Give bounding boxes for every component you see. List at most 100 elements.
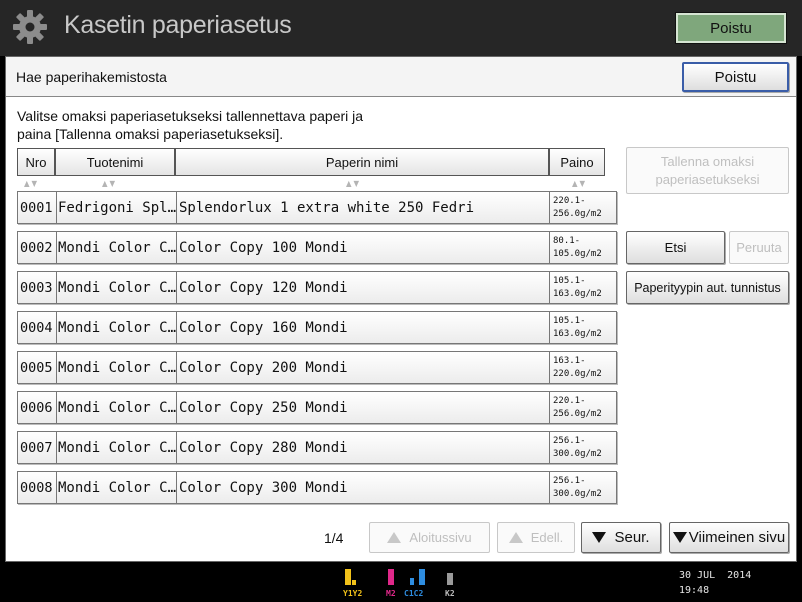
weight-min: 256.1- — [553, 475, 586, 486]
gear-icon — [13, 10, 47, 44]
previous-page-label: Edell. — [530, 530, 564, 545]
last-page-button[interactable]: Viimeinen sivu — [669, 522, 789, 553]
row-paper-name: Color Copy 280 Mondi — [176, 432, 549, 463]
panel-exit-button[interactable]: Poistu — [682, 62, 789, 92]
row-weight: 256.1- 300.0g/m2 — [549, 472, 617, 503]
sort-arrows-icon: ▲▼ — [572, 179, 588, 188]
first-page-label: Aloitussivu — [409, 530, 472, 545]
toner-black-label: K2 — [445, 589, 455, 598]
row-number: 0007 — [20, 439, 53, 456]
weight-max: 256.0g/m2 — [553, 408, 602, 419]
row-paper-name: Color Copy 120 Mondi — [176, 272, 549, 303]
weight-min: 163.1- — [553, 355, 586, 366]
row-product: Mondi Color C… — [56, 272, 176, 303]
top-exit-button[interactable]: Poistu — [676, 13, 786, 43]
save-as-custom-paper-button[interactable]: Tallenna omaksi paperiasetukseksi — [626, 147, 789, 194]
row-number: 0004 — [20, 319, 53, 336]
up-arrow-icon — [387, 532, 402, 543]
column-header-paper-name[interactable]: Paperin nimi — [175, 148, 549, 176]
weight-max: 256.0g/m2 — [553, 208, 602, 219]
instruction-text: Valitse omaksi paperiasetukseksi tallenn… — [17, 107, 363, 143]
date-time: 30 JUL 2014 19:48 — [679, 568, 751, 598]
instruction-line-1: Valitse omaksi paperiasetukseksi tallenn… — [17, 108, 364, 124]
next-page-button[interactable]: Seur. — [581, 522, 661, 553]
toner-magenta-label: M2 — [386, 589, 396, 598]
last-page-label: Viimeinen sivu — [688, 529, 786, 546]
weight-max: 163.0g/m2 — [553, 328, 602, 339]
row-product: Mondi Color C… — [56, 472, 176, 503]
row-paper-name: Color Copy 300 Mondi — [176, 472, 549, 503]
weight-max: 163.0g/m2 — [553, 288, 602, 299]
sort-arrows-icon: ▲▼ — [346, 179, 362, 188]
row-number: 0008 — [20, 479, 53, 496]
table-row[interactable]: 0005 Mondi Color C… Color Copy 200 Mondi… — [17, 351, 617, 384]
status-date: 30 JUL 2014 — [679, 570, 752, 581]
row-paper-name: Color Copy 100 Mondi — [176, 232, 549, 263]
row-weight: 163.1- 220.0g/m2 — [549, 352, 617, 383]
cancel-button[interactable]: Peruuta — [729, 231, 789, 264]
toner-cyan-label: C1C2 — [404, 589, 424, 598]
weight-max: 300.0g/m2 — [553, 488, 602, 499]
row-paper-name: Splendorlux 1 extra white 250 Fedri — [176, 192, 549, 223]
row-paper-name: Color Copy 200 Mondi — [176, 352, 549, 383]
row-product: Mondi Color C… — [56, 432, 176, 463]
column-header-weight[interactable]: Paino — [549, 148, 605, 176]
next-page-label: Seur. — [614, 529, 650, 546]
panel-header-title: Hae paperihakemistosta — [16, 69, 167, 85]
row-product: Mondi Color C… — [56, 312, 176, 343]
column-header-product[interactable]: Tuotenimi — [55, 148, 175, 176]
status-time: 19:48 — [679, 585, 710, 596]
weight-min: 80.1- — [553, 235, 581, 246]
toner-yellow-label: Y1Y2 — [343, 589, 363, 598]
weight-min: 220.1- — [553, 195, 586, 206]
paper-type-auto-detect-button[interactable]: Paperityypin aut. tunnistus — [626, 271, 789, 304]
row-weight: 80.1- 105.0g/m2 — [549, 232, 617, 263]
row-weight: 220.1- 256.0g/m2 — [549, 392, 617, 423]
table-row[interactable]: 0006 Mondi Color C… Color Copy 250 Mondi… — [17, 391, 617, 424]
weight-max: 300.0g/m2 — [553, 448, 602, 459]
row-number: 0005 — [20, 359, 53, 376]
previous-page-button[interactable]: Edell. — [497, 522, 575, 553]
weight-min: 256.1- — [553, 435, 586, 446]
table-row[interactable]: 0001 Fedrigoni Spl… Splendorlux 1 extra … — [17, 191, 617, 224]
up-arrow-icon — [508, 532, 523, 543]
row-product: Mondi Color C… — [56, 232, 176, 263]
table-row[interactable]: 0008 Mondi Color C… Color Copy 300 Mondi… — [17, 471, 617, 504]
panel-header: Hae paperihakemistosta Poistu — [6, 57, 796, 97]
table-row[interactable]: 0007 Mondi Color C… Color Copy 280 Mondi… — [17, 431, 617, 464]
column-header-nro[interactable]: Nro — [17, 148, 55, 176]
row-paper-name: Color Copy 250 Mondi — [176, 392, 549, 423]
row-product: Mondi Color C… — [56, 352, 176, 383]
row-weight: 220.1- 256.0g/m2 — [549, 192, 617, 223]
row-number: 0001 — [20, 199, 53, 216]
row-number: 0003 — [20, 279, 53, 296]
save-button-line-2: paperiasetukseksi — [655, 171, 760, 187]
row-weight: 105.1- 163.0g/m2 — [549, 272, 617, 303]
row-paper-name: Color Copy 160 Mondi — [176, 312, 549, 343]
page-title: Kasetin paperiasetus — [64, 11, 292, 39]
weight-max: 220.0g/m2 — [553, 368, 602, 379]
down-arrow-icon — [592, 532, 607, 543]
down-arrow-icon — [672, 532, 687, 543]
weight-min: 105.1- — [553, 275, 586, 286]
table-row[interactable]: 0003 Mondi Color C… Color Copy 120 Mondi… — [17, 271, 617, 304]
row-number: 0002 — [20, 239, 53, 256]
table-row[interactable]: 0004 Mondi Color C… Color Copy 160 Mondi… — [17, 311, 617, 344]
row-weight: 256.1- 300.0g/m2 — [549, 432, 617, 463]
row-product: Fedrigoni Spl… — [56, 192, 176, 223]
row-weight: 105.1- 163.0g/m2 — [549, 312, 617, 343]
weight-min: 220.1- — [553, 395, 586, 406]
weight-max: 105.0g/m2 — [553, 248, 602, 259]
search-button[interactable]: Etsi — [626, 231, 725, 264]
title-bar: Kasetin paperiasetus Poistu — [0, 0, 802, 56]
instruction-line-2: paina [Tallenna omaksi paperiasetukseksi… — [17, 126, 284, 142]
row-number: 0006 — [20, 399, 53, 416]
main-panel: Hae paperihakemistosta Poistu Valitse om… — [5, 56, 797, 562]
table-row[interactable]: 0002 Mondi Color C… Color Copy 100 Mondi… — [17, 231, 617, 264]
weight-min: 105.1- — [553, 315, 586, 326]
first-page-button[interactable]: Aloitussivu — [369, 522, 490, 553]
row-product: Mondi Color C… — [56, 392, 176, 423]
page-indicator: 1/4 — [324, 530, 344, 546]
sort-arrows-icon: ▲▼ — [102, 179, 118, 188]
sort-arrows-icon: ▲▼ — [24, 179, 40, 188]
